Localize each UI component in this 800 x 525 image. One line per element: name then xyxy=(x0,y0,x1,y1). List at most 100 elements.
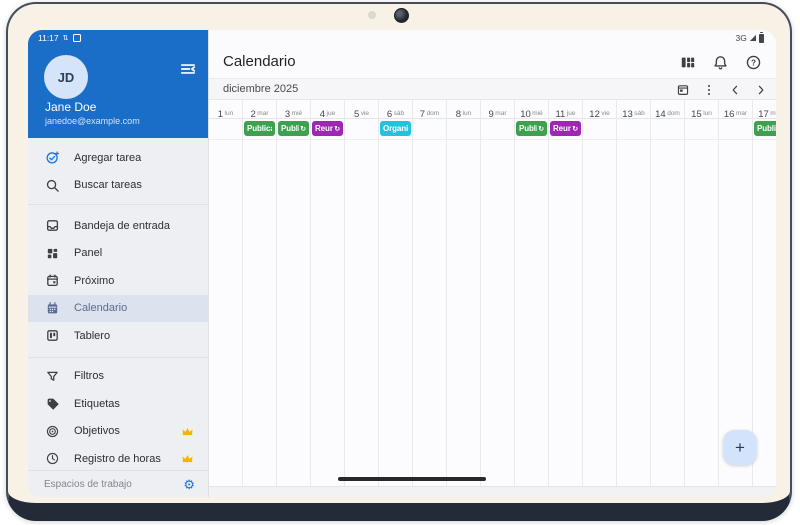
day-header[interactable]: 5 vie xyxy=(345,100,378,120)
day-header[interactable]: 4 jue xyxy=(311,100,344,120)
day-name: dom xyxy=(667,109,680,117)
sidebar-item-label: Bandeja de entrada xyxy=(74,219,171,232)
day-cell[interactable] xyxy=(651,140,684,487)
day-header[interactable]: 1 lun xyxy=(209,100,242,120)
sidebar-item-calendario[interactable]: Calendario xyxy=(28,294,208,322)
notifications-button[interactable] xyxy=(712,54,729,71)
day-cell[interactable] xyxy=(413,140,446,487)
day-cell[interactable] xyxy=(447,140,480,487)
day-cell[interactable] xyxy=(481,140,514,487)
day-header[interactable]: 13 sáb xyxy=(617,100,650,120)
repeat-icon: ↻ xyxy=(300,125,306,133)
calendar-event[interactable]: Public↻ xyxy=(516,121,547,136)
status-bar-right: 3G ◢ xyxy=(736,31,764,43)
day-header[interactable]: 12 vie xyxy=(583,100,616,120)
gear-icon[interactable]: ⚙ xyxy=(183,478,195,491)
target-icon xyxy=(44,423,60,439)
avatar[interactable]: JD xyxy=(44,55,88,99)
day-column: 17mié Publicar xyxy=(753,100,776,487)
day-column: 7 dom xyxy=(413,100,447,487)
day-cell[interactable] xyxy=(243,140,276,487)
battery-icon xyxy=(759,31,764,43)
sidebar-item-bandeja-de-entrada[interactable]: Bandeja de entrada xyxy=(28,212,208,240)
calendar-event[interactable]: Reuni↻ xyxy=(312,121,343,136)
gesture-bar[interactable] xyxy=(338,477,486,481)
premium-crown-icon xyxy=(181,452,194,465)
sidebar-item-objetivos[interactable]: Objetivos xyxy=(28,418,208,446)
event-slot xyxy=(617,119,650,140)
calendar-icon xyxy=(44,300,60,316)
day-header[interactable]: 3 mié xyxy=(277,100,310,120)
today-button[interactable] xyxy=(675,82,690,97)
chevron-left-icon xyxy=(732,85,737,94)
sidebar-item-buscar-tareas[interactable]: Buscar tareas xyxy=(28,172,208,200)
day-header[interactable]: 6 sáb xyxy=(379,100,412,120)
kebab-menu-icon xyxy=(707,84,710,95)
add-task-fab[interactable]: + xyxy=(723,430,757,465)
day-header[interactable]: 7 dom xyxy=(413,100,446,120)
calendar-grid: 1lun2marPublicar3miéPublic↻4jueReuni↻5vi… xyxy=(209,100,776,487)
day-cell[interactable] xyxy=(753,140,776,487)
prev-button[interactable] xyxy=(727,82,742,97)
calendar-event[interactable]: Reuni↻ xyxy=(550,121,581,136)
menu-collapse-icon xyxy=(180,64,196,74)
day-name: lun xyxy=(462,109,472,117)
help-button[interactable]: ? xyxy=(745,54,762,71)
day-cell[interactable] xyxy=(617,140,650,487)
event-slot: Reuni↻ xyxy=(311,119,344,140)
sidebar-item-proximo[interactable]: Próximo xyxy=(28,267,208,295)
calendar-event[interactable]: Organiza xyxy=(380,121,411,136)
event-slot xyxy=(413,119,446,140)
sidebar-item-filtros[interactable]: Filtros xyxy=(28,363,208,391)
day-cell[interactable] xyxy=(277,140,310,487)
workspaces-footer[interactable]: Espacios de trabajo ⚙ xyxy=(28,470,208,497)
event-slot xyxy=(651,119,684,140)
next-button[interactable] xyxy=(753,82,768,97)
collapse-sidebar-button[interactable] xyxy=(178,60,198,80)
sidebar-item-panel[interactable]: Panel xyxy=(28,240,208,268)
day-header[interactable]: 9 mar xyxy=(481,100,514,120)
event-slot xyxy=(685,119,718,140)
day-cell[interactable] xyxy=(515,140,548,487)
day-name: mié xyxy=(291,109,303,117)
sidebar-item-label: Tablero xyxy=(74,329,111,342)
day-header[interactable]: 10 mié xyxy=(515,100,548,120)
day-header[interactable]: 2 mar xyxy=(243,100,276,120)
event-label: Reuni xyxy=(315,124,334,133)
day-column: 10miéPublic↻ xyxy=(515,100,549,487)
day-header[interactable]: 17mié xyxy=(753,100,776,120)
calendar-event[interactable]: Publicar xyxy=(244,121,275,136)
day-header[interactable]: 16 mar xyxy=(719,100,752,120)
day-header[interactable]: 15 lun xyxy=(685,100,718,120)
repeat-icon: ↻ xyxy=(572,125,578,133)
day-cell[interactable] xyxy=(311,140,344,487)
day-header[interactable]: 8 lun xyxy=(447,100,480,120)
chevron-right-icon xyxy=(758,85,763,94)
event-slot xyxy=(583,119,616,140)
calendar-toolbar: diciembre 2025 xyxy=(209,78,776,100)
day-header[interactable]: 14 dom xyxy=(651,100,684,120)
bell-icon xyxy=(714,56,727,70)
sidebar-item-agregar-tarea[interactable]: Agregar tarea xyxy=(28,144,208,172)
sidebar-nav: Bandeja de entrada Panel Próximo Calendario… xyxy=(28,205,208,358)
day-column: 11jueReuni↻ xyxy=(549,100,583,487)
day-cell[interactable] xyxy=(345,140,378,487)
day-cell[interactable] xyxy=(209,140,242,487)
view-switcher-button[interactable] xyxy=(679,54,696,71)
notification-app-icon xyxy=(72,34,81,42)
more-options-button[interactable] xyxy=(701,82,716,97)
sidebar-item-tablero[interactable]: Tablero xyxy=(28,322,208,350)
day-cell[interactable] xyxy=(549,140,582,487)
day-cell[interactable] xyxy=(583,140,616,487)
calendar-event[interactable]: Publicar xyxy=(754,121,776,136)
calendar-event[interactable]: Public↻ xyxy=(278,121,309,136)
event-slot: Publicar xyxy=(243,119,276,140)
day-name: sáb xyxy=(634,109,645,117)
event-label: Public xyxy=(281,124,299,133)
day-header[interactable]: 11 jue xyxy=(549,100,582,120)
day-column: 8 lun xyxy=(447,100,481,487)
day-cell[interactable] xyxy=(379,140,412,487)
day-cell[interactable] xyxy=(685,140,718,487)
sidebar-item-etiquetas[interactable]: Etiquetas xyxy=(28,390,208,418)
sidebar-item-registro-de-horas[interactable]: Registro de horas xyxy=(28,445,208,473)
